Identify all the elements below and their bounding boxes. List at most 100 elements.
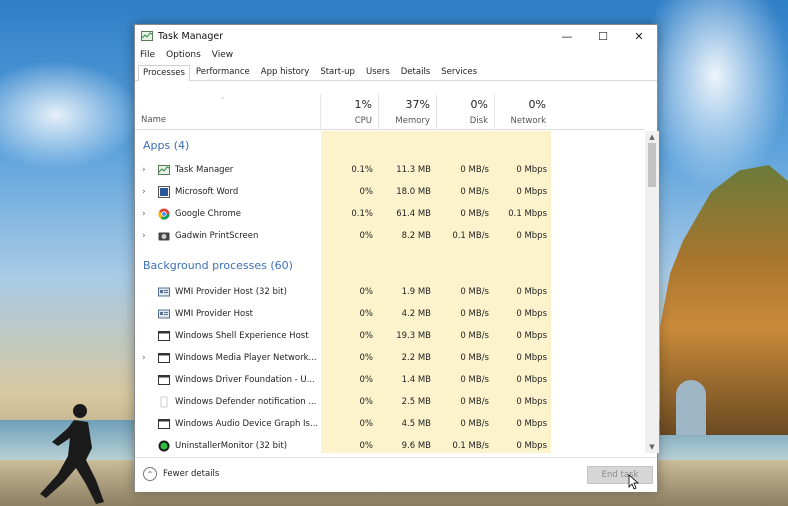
green-circle-icon — [158, 440, 170, 452]
cpu-value: 0% — [359, 309, 374, 319]
fewer-details-button[interactable]: ⌃ Fewer details — [143, 467, 219, 481]
chevron-up-icon: ⌃ — [143, 467, 157, 481]
menu-bar: File Options View — [135, 47, 657, 63]
background-process-row[interactable]: WMI Provider Host (32 bit) 0% 1.9 MB 0 MB/s… — [135, 282, 645, 304]
tab-details[interactable]: Details — [396, 64, 435, 80]
background-process-row[interactable]: Windows Audio Device Graph Is... 0% 4.5 MB… — [135, 414, 645, 436]
menu-options[interactable]: Options — [166, 50, 201, 60]
process-name: Windows Audio Device Graph Is... — [175, 419, 319, 429]
fewer-details-label: Fewer details — [163, 469, 220, 479]
memory-value: 4.5 MB — [401, 419, 431, 429]
column-network-header[interactable]: 0% Network — [494, 94, 552, 130]
menu-file[interactable]: File — [140, 50, 155, 60]
network-value: 0 Mbps — [516, 231, 547, 241]
tab-processes[interactable]: Processes — [138, 65, 190, 81]
group-header-apps: Apps (4) — [143, 139, 190, 152]
cpu-value: 0% — [359, 231, 374, 241]
expand-chevron-icon[interactable]: › — [142, 231, 146, 241]
column-cpu-header[interactable]: 1% CPU — [320, 94, 378, 130]
expand-chevron-icon[interactable]: › — [142, 209, 146, 219]
cpu-value: 0% — [359, 287, 374, 297]
scroll-down-arrow-icon[interactable]: ▼ — [645, 441, 659, 453]
mouse-pointer-icon — [628, 474, 640, 490]
column-memory-header[interactable]: 37% Memory — [378, 94, 436, 130]
memory-value: 19.3 MB — [396, 331, 431, 341]
disk-value: 0 MB/s — [460, 209, 489, 219]
disk-value: 0 MB/s — [460, 187, 489, 197]
network-value: 0 Mbps — [516, 353, 547, 363]
cpu-value: 0% — [359, 397, 374, 407]
tab-start-up[interactable]: Start-up — [315, 64, 360, 80]
blank-icon — [158, 396, 170, 408]
title-bar[interactable]: Task Manager — ☐ ✕ — [135, 25, 657, 47]
printscreen-icon — [158, 230, 170, 242]
column-header: ˆ Name 1% CPU 37% Memory 0% Disk 0% Netw… — [135, 94, 645, 130]
network-value: 0 Mbps — [516, 309, 547, 319]
chrome-icon — [158, 208, 170, 220]
cpu-value: 0% — [359, 419, 374, 429]
disk-value: 0.1 MB/s — [452, 441, 489, 451]
tab-users[interactable]: Users — [361, 64, 395, 80]
process-name: Google Chrome — [175, 209, 242, 219]
memory-value: 11.3 MB — [396, 165, 431, 175]
memory-value: 1.4 MB — [401, 375, 431, 385]
memory-value: 61.4 MB — [396, 209, 431, 219]
background-process-row[interactable]: WMI Provider Host 0% 4.2 MB 0 MB/s 0 Mbps — [135, 304, 645, 326]
minimize-button[interactable]: — — [549, 25, 585, 47]
window-icon — [158, 330, 170, 342]
background-process-row[interactable]: Windows Driver Foundation - U... 0% 1.4 MB… — [135, 370, 645, 392]
disk-value: 0 MB/s — [460, 353, 489, 363]
task-manager-icon — [158, 164, 170, 176]
disk-value: 0 MB/s — [460, 397, 489, 407]
cpu-total: 1% — [354, 98, 372, 111]
network-value: 0 Mbps — [516, 165, 547, 175]
background-process-row[interactable]: Windows Defender notification ... 0% 2.5 M… — [135, 392, 645, 414]
end-task-button[interactable]: End task — [587, 466, 653, 484]
menu-view[interactable]: View — [212, 50, 233, 60]
process-name: Windows Defender notification ... — [175, 397, 317, 407]
memory-value: 18.0 MB — [396, 187, 431, 197]
scroll-up-arrow-icon[interactable]: ▲ — [645, 131, 659, 143]
memory-value: 8.2 MB — [401, 231, 431, 241]
close-button[interactable]: ✕ — [621, 25, 657, 47]
maximize-button[interactable]: ☐ — [585, 25, 621, 47]
background-process-row[interactable]: › Windows Media Player Network... 0% 2.2 MB… — [135, 348, 645, 370]
memory-value: 4.2 MB — [401, 309, 431, 319]
background-process-row[interactable]: UninstallerMonitor (32 bit) 0% 9.6 MB 0.1 M… — [135, 436, 645, 453]
window-title: Task Manager — [158, 30, 224, 42]
network-label: Network — [510, 116, 547, 126]
tab-strip: Processes Performance App history Start-… — [135, 63, 657, 81]
process-name: Microsoft Word — [175, 187, 239, 197]
network-value: 0 Mbps — [516, 419, 547, 429]
expand-chevron-icon[interactable]: › — [142, 165, 146, 175]
column-disk-header[interactable]: 0% Disk — [436, 94, 494, 130]
vertical-scrollbar[interactable]: ▲ ▼ — [645, 131, 659, 453]
expand-chevron-icon[interactable]: › — [142, 187, 146, 197]
expand-chevron-icon[interactable]: › — [142, 353, 146, 363]
window-icon — [158, 374, 170, 386]
cpu-label: CPU — [354, 116, 372, 126]
wallpaper-cloud — [640, 0, 788, 190]
network-value: 0.1 Mbps — [508, 209, 547, 219]
process-name: WMI Provider Host — [175, 309, 253, 319]
column-name-header[interactable]: Name — [141, 115, 166, 125]
memory-value: 2.2 MB — [401, 353, 431, 363]
app-row[interactable]: › Google Chrome 0.1% 61.4 MB 0 MB/s 0.1 Mbps — [135, 204, 645, 226]
tab-services[interactable]: Services — [436, 64, 482, 80]
app-row[interactable]: › Task Manager 0.1% 11.3 MB 0 MB/s 0 Mbps — [135, 160, 645, 182]
tab-app-history[interactable]: App history — [256, 64, 315, 80]
process-name: WMI Provider Host (32 bit) — [175, 287, 287, 297]
cpu-value: 0% — [359, 187, 374, 197]
app-row[interactable]: › Gadwin PrintScreen 0% 8.2 MB 0.1 MB/s 0 Mbp… — [135, 226, 645, 248]
app-row[interactable]: › Microsoft Word 0% 18.0 MB 0 MB/s 0 Mbps — [135, 182, 645, 204]
memory-value: 9.6 MB — [401, 441, 431, 451]
memory-label: Memory — [395, 116, 430, 126]
process-name: Windows Shell Experience Host — [175, 331, 309, 341]
disk-value: 0 MB/s — [460, 165, 489, 175]
background-process-row[interactable]: Windows Shell Experience Host 0% 19.3 MB 0 … — [135, 326, 645, 348]
scroll-thumb[interactable] — [648, 143, 656, 187]
disk-value: 0 MB/s — [460, 287, 489, 297]
process-name: Windows Driver Foundation - U... — [175, 375, 315, 385]
tab-performance[interactable]: Performance — [191, 64, 255, 80]
word-icon — [158, 186, 170, 198]
